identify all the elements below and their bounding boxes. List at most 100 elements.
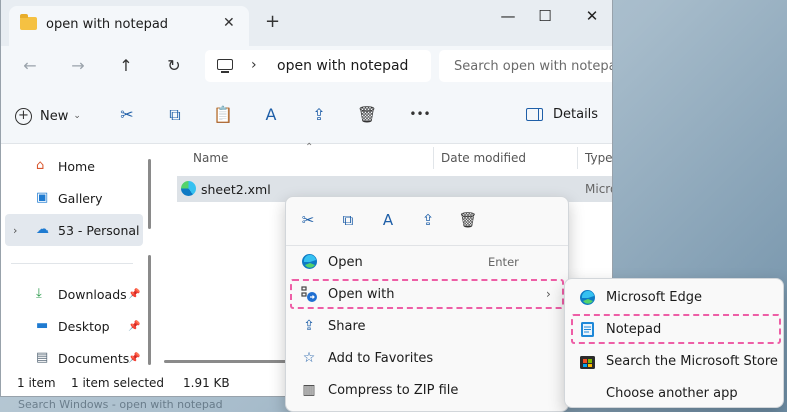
share-icon[interactable]: ⇪ [308,105,330,124]
menu-item-open[interactable]: Open Enter [290,247,564,277]
sidebar-item-desktop[interactable]: ▬ Desktop 📌 [1,310,143,342]
close-window-button[interactable]: ✕ [580,7,604,25]
submenu-item-label: Notepad [606,321,662,337]
plus-icon: + [15,107,32,125]
menu-item-label: Share [328,318,366,334]
submenu-item-search-store[interactable]: Search the Microsoft Store [571,346,781,376]
maximize-button[interactable]: ☐ [533,7,557,25]
status-item-count: 1 item [17,376,56,390]
chevron-down-icon: ⌄ [73,111,81,121]
horizontal-scrollbar[interactable] [164,360,304,363]
status-selection: 1 item selected [71,376,165,390]
sidebar-divider [11,263,133,264]
command-bar: + New ⌄ ✂ ⧉ 📋 A ⇪ 🗑 ••• Details [1,88,612,144]
expand-chevron-icon[interactable]: › [13,224,17,237]
cut-icon[interactable]: ✂ [116,105,138,124]
submenu-item-microsoft-edge[interactable]: Microsoft Edge [571,282,781,312]
microsoft-store-icon [579,353,596,370]
open-with-icon [300,285,318,303]
submenu-arrow-icon: › [546,287,551,301]
tab-close-icon[interactable]: ✕ [223,15,235,31]
copy-icon[interactable]: ⧉ [337,209,359,231]
column-header-type[interactable]: Type [585,145,612,171]
sidebar-item-gallery[interactable]: ▣ Gallery [1,182,143,214]
rename-icon[interactable]: A [260,105,282,124]
menu-item-label: Open with [328,286,395,302]
details-label: Details [553,107,599,122]
context-quick-actions: ✂ ⧉ A ⇪ 🗑 [286,197,568,245]
sort-ascending-icon: ⌃ [305,142,314,153]
sidebar-item-label: Home [58,158,95,174]
forward-button[interactable]: → [67,56,89,75]
sidebar-item-label: Documents [58,350,130,366]
file-name: sheet2.xml [201,181,271,197]
sidebar-item-documents[interactable]: ▤ Documents 📌 [1,342,143,374]
sidebar-item-label: Downloads [58,286,127,302]
navigation-pane: ⌂ Home ▣ Gallery › ☁ 53 - Personal ⤓ Dow… [1,145,161,371]
delete-icon[interactable]: 🗑 [457,209,479,231]
pin-icon[interactable]: 📌 [128,353,140,364]
new-button[interactable]: + New ⌄ [15,103,81,129]
menu-item-compress-zip[interactable]: ▥ Compress to ZIP file [290,375,564,405]
notepad-icon [579,321,596,338]
minimize-button[interactable]: — [496,7,520,25]
more-options-icon[interactable]: ••• [405,107,435,121]
details-pane-icon [526,108,543,121]
status-size: 1.91 KB [183,376,230,390]
pin-icon[interactable]: 📌 [128,289,140,300]
menu-item-shortcut: Enter [488,255,519,269]
details-button[interactable]: Details [526,107,598,122]
new-tab-button[interactable]: + [265,13,280,31]
star-icon: ☆ [302,350,316,366]
context-menu: ✂ ⧉ A ⇪ 🗑 Open Enter Open with › ⇪ Share… [285,196,569,412]
breadcrumb-separator-icon[interactable]: › [251,57,257,73]
sidebar-item-downloads[interactable]: ⤓ Downloads 📌 [1,278,143,310]
menu-item-open-with[interactable]: Open with › [290,279,564,309]
back-button[interactable]: ← [19,56,41,75]
edge-icon [579,289,596,306]
menu-divider [286,245,568,246]
column-header-name[interactable]: Name [193,145,228,171]
search-box[interactable] [439,50,612,82]
menu-item-share[interactable]: ⇪ Share [290,311,564,341]
title-bar: open with notepad ✕ + — ☐ ✕ [1,0,612,46]
submenu-item-label: Search the Microsoft Store [606,353,778,369]
refresh-button[interactable]: ↻ [163,56,185,75]
this-pc-icon [217,59,233,73]
column-header-date-modified[interactable]: Date modified [441,145,526,171]
navigation-bar: ← → ↑ ↻ › open with notepad [1,46,612,88]
edge-icon [300,253,318,271]
column-divider[interactable] [433,147,434,169]
sidebar-item-label: 53 - Personal [58,222,140,238]
paste-icon[interactable]: 📋 [212,105,234,124]
sidebar-scrollbar[interactable] [148,159,151,229]
sidebar-item-onedrive-personal[interactable]: › ☁ 53 - Personal [5,214,143,246]
cut-icon[interactable]: ✂ [297,209,319,231]
menu-item-label: Compress to ZIP file [328,382,459,398]
gallery-icon: ▣ [36,190,49,205]
tab-open-with-notepad[interactable]: open with notepad ✕ [9,6,249,46]
menu-item-add-to-favorites[interactable]: ☆ Add to Favorites [290,343,564,373]
file-type: Micro [585,182,612,196]
up-button[interactable]: ↑ [115,56,137,75]
address-bar[interactable]: › open with notepad [205,50,431,82]
rename-icon[interactable]: A [377,209,399,231]
breadcrumb-current[interactable]: open with notepad [277,58,408,74]
delete-icon[interactable]: 🗑 [356,105,378,124]
background-caption: Search Windows - open with notepad [18,398,223,411]
search-input[interactable] [439,50,612,82]
sidebar-scrollbar-track[interactable] [148,255,151,365]
submenu-item-notepad[interactable]: Notepad [571,314,781,344]
submenu-item-choose-another-app[interactable]: Choose another app [571,378,781,408]
folder-icon [20,14,37,30]
desktop-icon: ▬ [36,318,49,333]
menu-item-label: Open [328,254,363,270]
column-divider[interactable] [577,147,578,169]
share-icon[interactable]: ⇪ [417,209,439,231]
pin-icon[interactable]: 📌 [128,321,140,332]
share-icon: ⇪ [303,318,315,334]
copy-icon[interactable]: ⧉ [164,105,186,125]
sidebar-item-home[interactable]: ⌂ Home [1,150,143,182]
open-with-submenu: Microsoft Edge Notepad Search the Micros… [564,278,784,408]
tab-title: open with notepad [46,17,169,32]
